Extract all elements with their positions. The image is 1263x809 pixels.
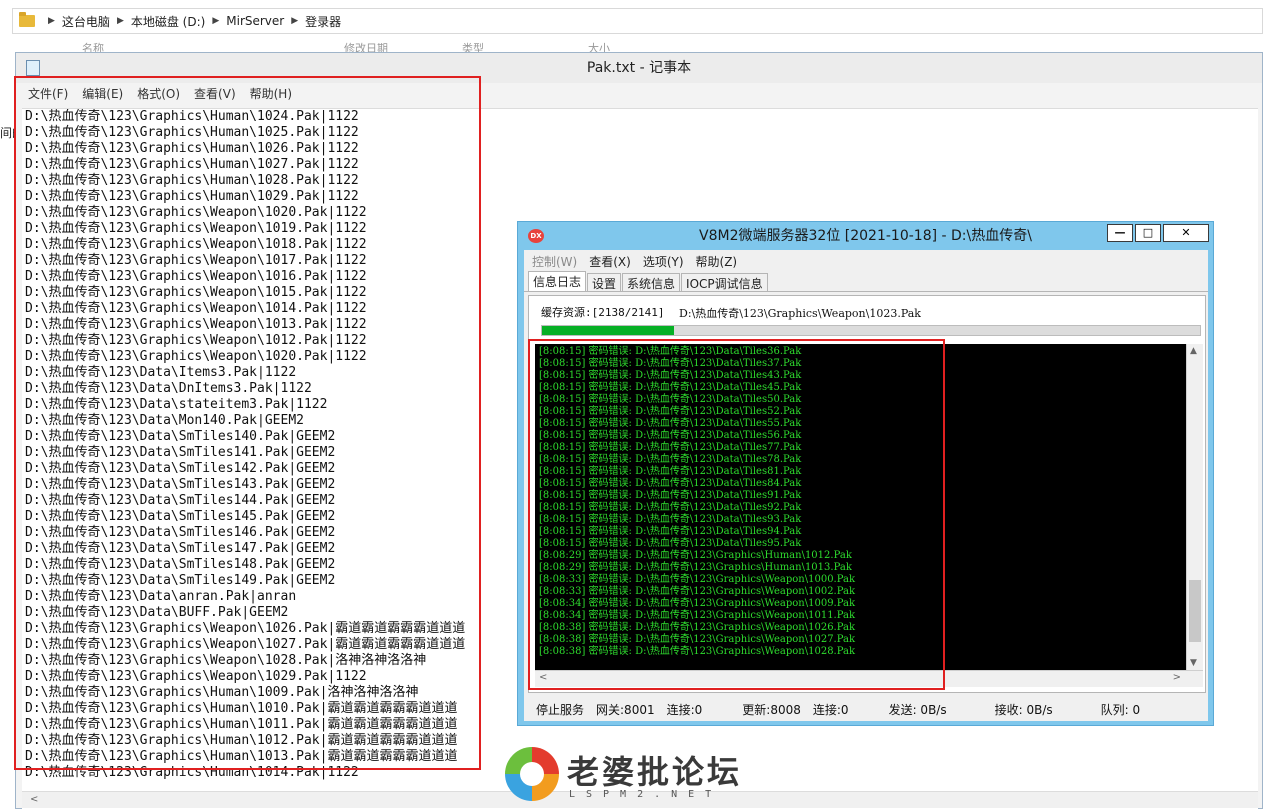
chevron-right-icon: ▶ xyxy=(48,16,55,26)
notepad-icon xyxy=(26,60,40,76)
tab-settings[interactable]: 设置 xyxy=(587,273,622,291)
chevron-right-icon: ▶ xyxy=(291,16,299,26)
cache-resource-path: D:\热血传奇\123\Graphics\Weapon\1023.Pak xyxy=(679,307,921,320)
app-logo-icon: DX xyxy=(528,229,544,243)
server-menu-bar: 控制(W) 查看(X) 选项(Y) 帮助(Z) xyxy=(524,250,1208,272)
highlight-box-log xyxy=(528,339,945,690)
server-tabs: 信息日志 设置 系统信息 IOCP调试信息 xyxy=(524,271,1208,292)
queue-count: 队列: 0 xyxy=(1100,702,1141,717)
server-title-bar[interactable]: DX V8M2微端服务器32位 [2021-10-18] - D:\热血传奇\ … xyxy=(518,222,1213,250)
breadcrumb-this-pc[interactable]: 这台电脑 xyxy=(62,13,110,30)
send-rate: 发送: 0B/s xyxy=(888,702,947,717)
tab-info-log[interactable]: 信息日志 xyxy=(528,271,587,291)
server-title: V8M2微端服务器32位 [2021-10-18] - D:\热血传奇\ xyxy=(699,228,1032,244)
breadcrumb-mirserver[interactable]: MirServer xyxy=(226,14,284,28)
server-status-bar: 停止服务 网关:8001 连接:0 更新:8008 连接:0 发送: 0B/s … xyxy=(524,697,1208,721)
window-controls: — □ ✕ xyxy=(1105,224,1209,242)
scrollbar-thumb[interactable] xyxy=(1189,580,1201,642)
watermark-text: 老婆批论坛 xyxy=(567,753,743,791)
log-vertical-scrollbar[interactable]: ▲ ▼ xyxy=(1186,344,1203,670)
maximize-button[interactable]: □ xyxy=(1135,224,1161,242)
gateway-port: 网关:8001 xyxy=(596,702,655,717)
scroll-left-icon[interactable]: < xyxy=(30,794,38,805)
close-button[interactable]: ✕ xyxy=(1163,224,1209,242)
breadcrumb-local-disk[interactable]: 本地磁盘 (D:) xyxy=(131,13,205,30)
folder-icon xyxy=(19,12,35,27)
menu-control[interactable]: 控制(W) xyxy=(532,253,577,270)
cache-resource-label: 缓存资源:[2138/2141] xyxy=(541,306,665,319)
watermark-url: LSPM2.NET xyxy=(569,789,723,800)
highlight-box-notepad xyxy=(14,76,481,770)
address-bar[interactable]: ▶ 这台电脑 ▶ 本地磁盘 (D:) ▶ MirServer ▶ 登录器 xyxy=(12,8,1263,34)
notepad-title: Pak.txt - 记事本 xyxy=(586,60,692,76)
tab-system-info[interactable]: 系统信息 xyxy=(622,273,681,291)
update-connections: 连接:0 xyxy=(812,702,849,717)
cache-progress-bar xyxy=(541,325,1201,336)
chevron-right-icon: ▶ xyxy=(116,16,124,26)
breadcrumb-launcher[interactable]: 登录器 xyxy=(305,13,341,30)
receive-rate: 接收: 0B/s xyxy=(994,702,1053,717)
menu-options[interactable]: 选项(Y) xyxy=(643,253,684,270)
stop-service-button[interactable]: 停止服务 xyxy=(536,701,584,718)
forum-logo-icon xyxy=(505,747,559,801)
scroll-right-icon[interactable]: > xyxy=(1173,672,1181,683)
scroll-up-icon[interactable]: ▲ xyxy=(1190,346,1197,356)
menu-view[interactable]: 查看(X) xyxy=(589,253,631,270)
minimize-button[interactable]: — xyxy=(1107,224,1133,242)
gateway-connections: 连接:0 xyxy=(666,702,703,717)
scroll-down-icon[interactable]: ▼ xyxy=(1190,658,1197,668)
watermark: 老婆批论坛 LSPM2.NET xyxy=(505,745,765,805)
progress-fill xyxy=(542,326,674,335)
tab-iocp-debug[interactable]: IOCP调试信息 xyxy=(681,273,768,291)
menu-help[interactable]: 帮助(Z) xyxy=(696,253,738,270)
chevron-right-icon: ▶ xyxy=(212,16,220,26)
update-port: 更新:8008 xyxy=(742,702,801,717)
